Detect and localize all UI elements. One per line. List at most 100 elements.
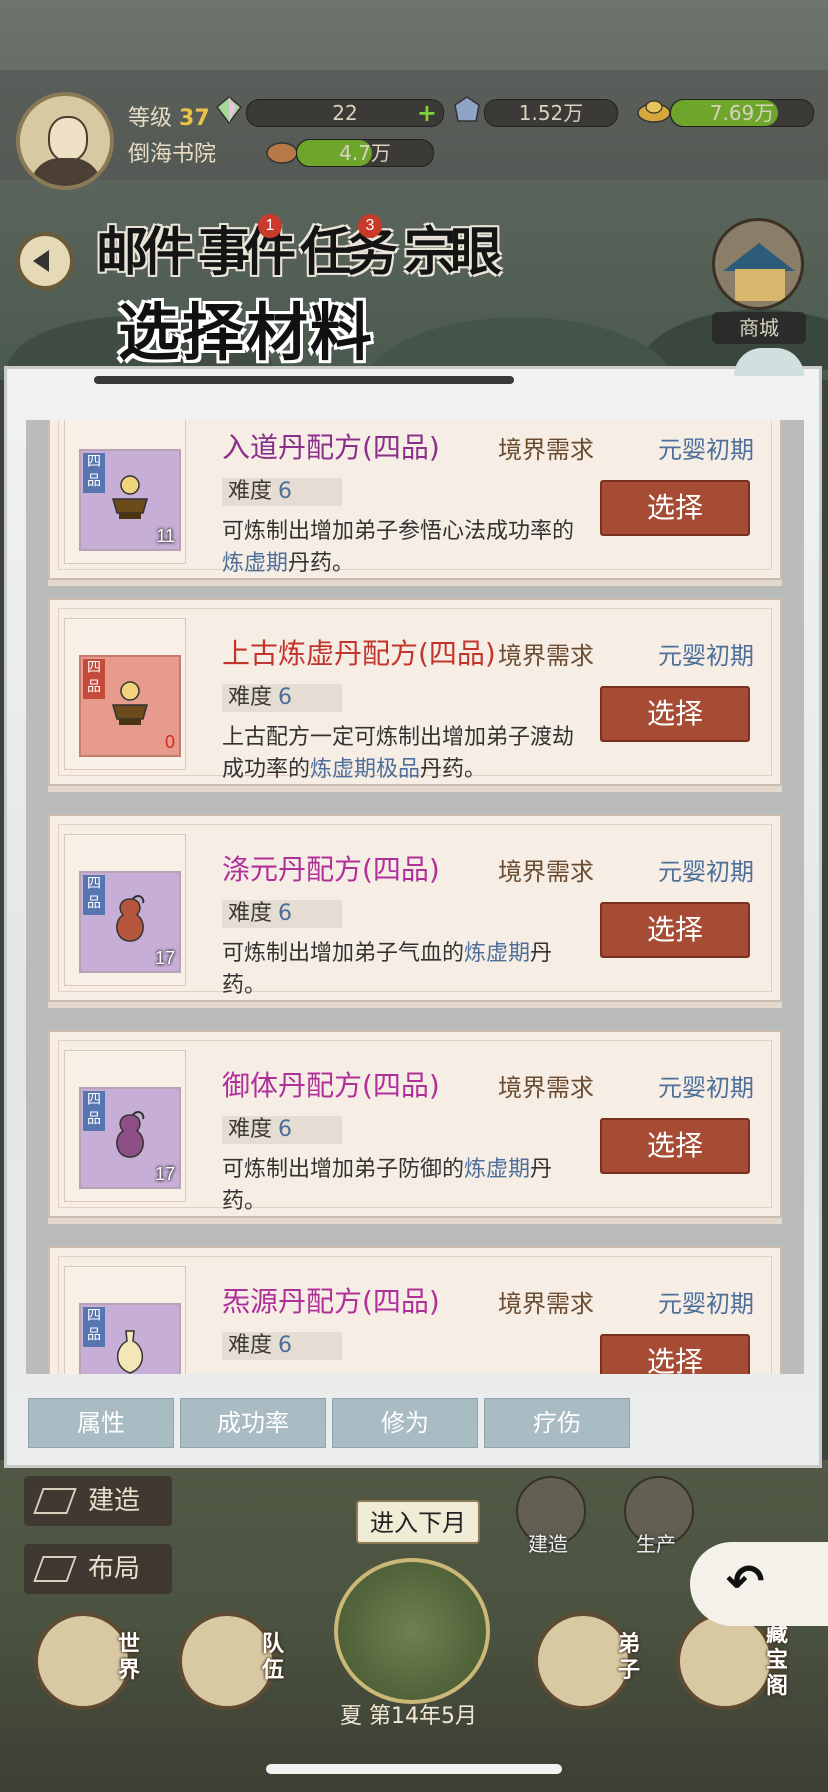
recipe-list[interactable]: 四品 11 入道丹配方(四品) 境界需求 元婴初期 难度 6 可炼制出增加弟子参悟…: [26, 420, 804, 1374]
treasure-pavilion-icon[interactable]: [676, 1612, 774, 1710]
requirement-value: 元婴初期: [658, 642, 754, 670]
desc-highlight: 炼虚期: [464, 1157, 531, 1182]
events-badge: 1: [258, 214, 282, 238]
recipe-item-icon: 四品: [79, 1303, 181, 1374]
difficulty-label: 难度: [228, 901, 273, 926]
icon-frame: 四品 17: [64, 1050, 186, 1202]
modal-title: 选择材料: [118, 296, 375, 369]
build-label: 建造: [88, 1486, 141, 1516]
shop-wall: [735, 269, 785, 301]
tab-mail[interactable]: 邮件: [96, 210, 194, 285]
sect-leader-avatar[interactable]: [16, 92, 114, 190]
quests-badge: 3: [358, 214, 382, 238]
spirit-stone-icon: [454, 96, 480, 122]
tree-season-icon[interactable]: [334, 1558, 490, 1704]
recipe-description: 可炼制出增加弟子气血的炼虚期丹药。: [222, 938, 582, 1002]
team-label: 队伍: [262, 1632, 285, 1683]
recipe-description: 可炼制出增加弟子防御的炼虚期丹药。: [222, 1154, 582, 1218]
select-button[interactable]: 选择: [600, 480, 750, 536]
desc-text-end: 丹药。: [420, 757, 487, 782]
recipe-name: 涤元丹配方(四品): [222, 853, 440, 886]
title-brush-stroke: [94, 376, 514, 384]
recipe-description: 上古配方一定可炼制出增加弟子渡劫成功率的炼虚期极品丹药。: [222, 722, 582, 786]
requirement-value: 元婴初期: [658, 436, 754, 464]
desc-text: 可炼制出增加弟子气血的: [222, 941, 465, 966]
filter-tab-success-rate[interactable]: 成功率: [180, 1398, 326, 1448]
requirement-label: 境界需求: [498, 642, 594, 670]
pedestal-icon: [112, 475, 148, 519]
difficulty-value: 6: [278, 1333, 293, 1358]
shop-roof: [723, 243, 795, 271]
build-button[interactable]: 建造: [24, 1476, 172, 1526]
filter-tab-attribute[interactable]: 属性: [28, 1398, 174, 1448]
select-button[interactable]: 选择: [600, 686, 750, 742]
resource-gem-value: 22: [332, 101, 358, 125]
grade-tag: 四品: [83, 1091, 105, 1131]
tab-sect[interactable]: 宗眼: [404, 210, 502, 285]
shop-building-icon[interactable]: [712, 218, 804, 310]
layout-button[interactable]: 布局: [24, 1544, 172, 1594]
difficulty-value: 6: [278, 685, 293, 710]
select-button[interactable]: 选择: [600, 1118, 750, 1174]
item-count: 0: [164, 732, 175, 752]
build-icon: [33, 1488, 77, 1514]
difficulty-value: 6: [278, 479, 293, 504]
recipe-card[interactable]: 四品 炁源丹配方(四品) 境界需求 元婴初期 难度 6 选择: [48, 1246, 782, 1374]
recipe-item-icon: 四品 11: [79, 449, 181, 551]
select-button[interactable]: 选择: [600, 1334, 750, 1374]
resource-stone-value: 1.52万: [518, 101, 584, 125]
resource-stone: 1.52万: [484, 99, 618, 127]
level-value: 37: [179, 106, 210, 131]
next-month-button[interactable]: 进入下月: [356, 1500, 480, 1544]
difficulty-value: 6: [278, 1117, 293, 1142]
pedestal-icon: [112, 681, 148, 725]
difficulty-label: 难度: [228, 1117, 273, 1142]
return-button[interactable]: ↶: [690, 1542, 828, 1626]
layout-label: 布局: [88, 1554, 141, 1584]
recipe-card[interactable]: 四品 0 上古炼虚丹配方(四品) 境界需求 元婴初期 难度 6 上古配方一定可炼制…: [48, 598, 782, 786]
desc-text: 可炼制出增加弟子防御的: [222, 1157, 465, 1182]
food-bag-icon: [266, 142, 298, 164]
plus-icon[interactable]: +: [417, 101, 437, 125]
icon-frame: 四品 17: [64, 834, 186, 986]
icon-produce-label: 生产: [636, 1532, 676, 1556]
difficulty-label: 难度: [228, 1333, 273, 1358]
level-indicator: 等级 37: [128, 100, 210, 132]
date-label: 第14年5月: [369, 1704, 478, 1729]
season-label: 夏: [340, 1704, 363, 1729]
shop-label[interactable]: 商城: [712, 312, 806, 344]
recipe-card[interactable]: 四品 11 入道丹配方(四品) 境界需求 元婴初期 难度 6 可炼制出增加弟子参悟…: [48, 420, 782, 580]
disciple-label: 弟子: [618, 1632, 641, 1683]
difficulty-box: 难度 6: [222, 1332, 342, 1360]
resource-gold: 7.69万: [670, 99, 814, 127]
filter-tab-cultivation[interactable]: 修为: [332, 1398, 478, 1448]
recipe-item-icon: 四品 17: [79, 1087, 181, 1189]
recipe-description: 可炼制出增加弟子参悟心法成功率的炼虚期丹药。: [222, 516, 582, 580]
resource-gold-value: 7.69万: [709, 101, 775, 125]
sect-name: 倒海书院: [128, 142, 217, 167]
desc-highlight: 炼虚期极品: [310, 757, 421, 782]
requirement-label: 境界需求: [498, 436, 594, 464]
recipe-card[interactable]: 四品 17 御体丹配方(四品) 境界需求 元婴初期 难度 6 可炼制出增加弟子防御…: [48, 1030, 782, 1218]
grade-tag: 四品: [83, 453, 105, 493]
difficulty-box: 难度 6: [222, 900, 342, 928]
back-button[interactable]: [16, 232, 74, 290]
tab-mail-label: 邮件: [96, 222, 194, 283]
requirement-label: 境界需求: [498, 1074, 594, 1102]
icon-build-label: 建造: [528, 1532, 568, 1556]
gold-ingot-icon: [637, 100, 671, 123]
home-indicator[interactable]: [266, 1764, 562, 1774]
requirement-label: 境界需求: [498, 858, 594, 886]
select-button[interactable]: 选择: [600, 902, 750, 958]
requirement-value: 元婴初期: [658, 1074, 754, 1102]
requirement-label: 境界需求: [498, 1290, 594, 1318]
grade-tag: 四品: [83, 875, 105, 915]
requirement-value: 元婴初期: [658, 1290, 754, 1318]
recipe-card[interactable]: 四品 17 涤元丹配方(四品) 境界需求 元婴初期 难度 6 可炼制出增加弟子气血…: [48, 814, 782, 1002]
filter-tab-healing[interactable]: 疗伤: [484, 1398, 630, 1448]
icon-frame: 四品: [64, 1266, 186, 1374]
level-label: 等级: [128, 106, 173, 131]
requirement-value: 元婴初期: [658, 858, 754, 886]
recipe-name: 上古炼虚丹配方(四品): [222, 637, 496, 670]
tab-sect-label: 宗眼: [404, 222, 502, 283]
